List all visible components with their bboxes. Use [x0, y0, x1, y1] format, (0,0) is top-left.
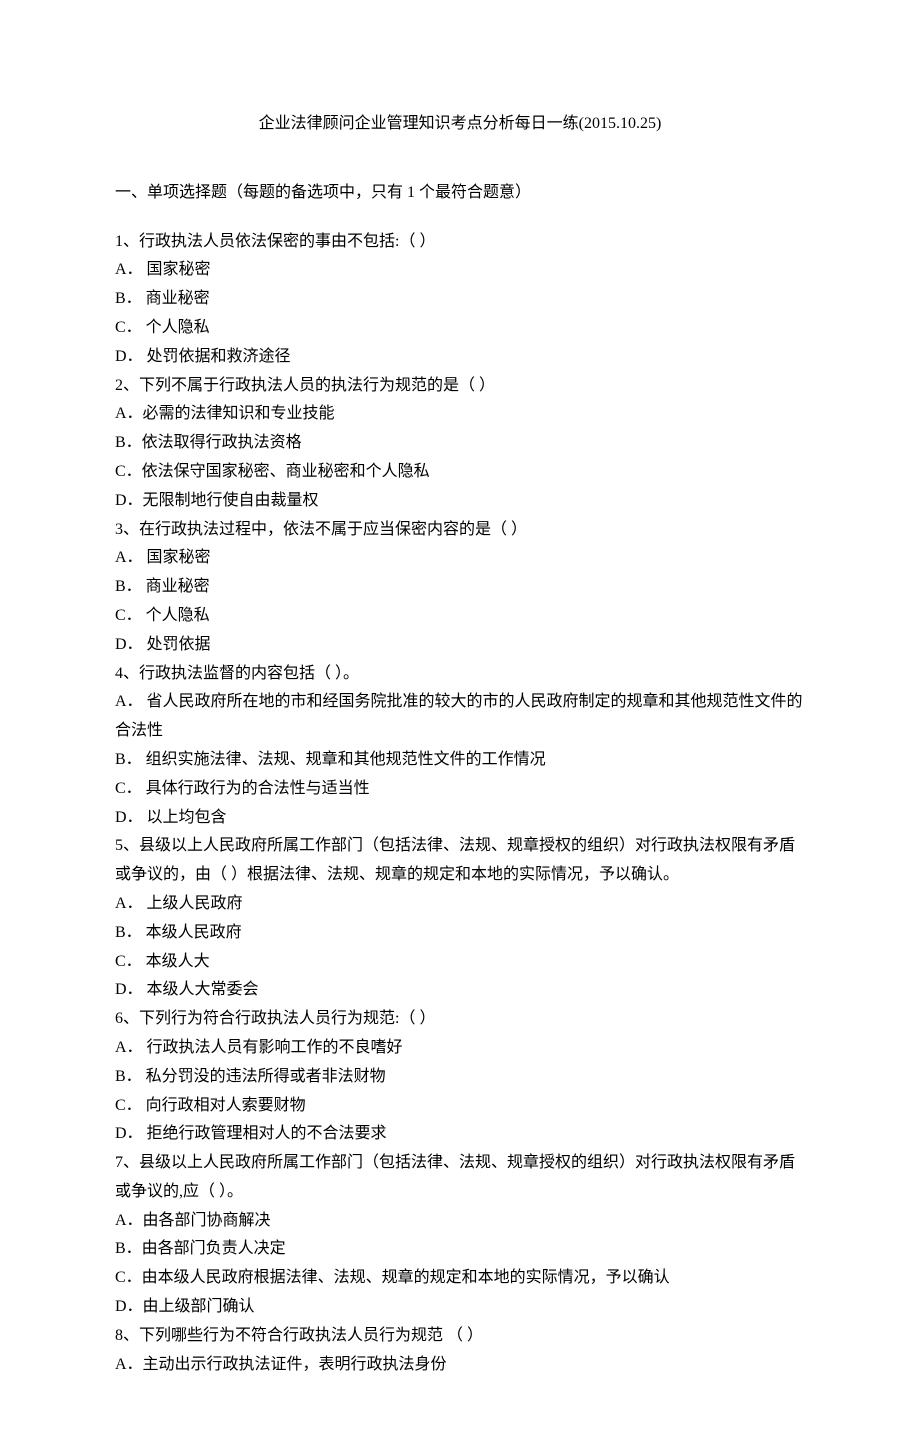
question-stem: 4、行政执法监督的内容包括（ ）。 — [115, 660, 805, 689]
question-option: C． 具体行政行为的合法性与适当性 — [115, 775, 805, 804]
question-option: A．主动出示行政执法证件，表明行政执法身份 — [115, 1351, 805, 1380]
question-stem: 3、在行政执法过程中，依法不属于应当保密内容的是（ ） — [115, 516, 805, 545]
question-option: A． 国家秘密 — [115, 256, 805, 285]
questions-container: 1、行政执法人员依法保密的事由不包括:（ ）A． 国家秘密B． 商业秘密C． 个… — [115, 228, 805, 1380]
question-option: D．由上级部门确认 — [115, 1293, 805, 1322]
question-stem: 8、下列哪些行为不符合行政执法人员行为规范 （ ） — [115, 1322, 805, 1351]
question-option: A． 上级人民政府 — [115, 890, 805, 919]
question-option: D． 处罚依据 — [115, 631, 805, 660]
question-option: A． 行政执法人员有影响工作的不良嗜好 — [115, 1034, 805, 1063]
question-block: 1、行政执法人员依法保密的事由不包括:（ ）A． 国家秘密B． 商业秘密C． 个… — [115, 228, 805, 372]
question-option: A．由各部门协商解决 — [115, 1207, 805, 1236]
question-block: 7、县级以上人民政府所属工作部门（包括法律、法规、规章授权的组织）对行政执法权限… — [115, 1149, 805, 1322]
question-block: 4、行政执法监督的内容包括（ ）。A． 省人民政府所在地的市和经国务院批准的较大… — [115, 660, 805, 833]
question-option: D． 拒绝行政管理相对人的不合法要求 — [115, 1120, 805, 1149]
question-option: D． 以上均包含 — [115, 804, 805, 833]
question-block: 2、下列不属于行政执法人员的执法行为规范的是（ ）A．必需的法律知识和专业技能B… — [115, 372, 805, 516]
question-option: A． 国家秘密 — [115, 544, 805, 573]
question-option: C． 向行政相对人索要财物 — [115, 1092, 805, 1121]
question-block: 6、下列行为符合行政执法人员行为规范:（ ）A． 行政执法人员有影响工作的不良嗜… — [115, 1005, 805, 1149]
question-block: 3、在行政执法过程中，依法不属于应当保密内容的是（ ）A． 国家秘密B． 商业秘… — [115, 516, 805, 660]
question-option: D．无限制地行使自由裁量权 — [115, 487, 805, 516]
question-block: 5、县级以上人民政府所属工作部门（包括法律、法规、规章授权的组织）对行政执法权限… — [115, 832, 805, 1005]
question-option: B．依法取得行政执法资格 — [115, 429, 805, 458]
question-stem: 2、下列不属于行政执法人员的执法行为规范的是（ ） — [115, 372, 805, 401]
question-stem: 6、下列行为符合行政执法人员行为规范:（ ） — [115, 1005, 805, 1034]
question-stem: 5、县级以上人民政府所属工作部门（包括法律、法规、规章授权的组织）对行政执法权限… — [115, 832, 805, 890]
section-header: 一、单项选择题（每题的备选项中，只有 1 个最符合题意） — [115, 179, 805, 208]
question-option: D． 处罚依据和救济途径 — [115, 343, 805, 372]
question-option: C．由本级人民政府根据法律、法规、规章的规定和本地的实际情况，予以确认 — [115, 1264, 805, 1293]
question-option: B．由各部门负责人决定 — [115, 1235, 805, 1264]
question-option: B． 商业秘密 — [115, 573, 805, 602]
question-option: C． 本级人大 — [115, 948, 805, 977]
question-option: B． 本级人民政府 — [115, 919, 805, 948]
question-option: C． 个人隐私 — [115, 314, 805, 343]
question-option: C． 个人隐私 — [115, 602, 805, 631]
question-option: B． 私分罚没的违法所得或者非法财物 — [115, 1063, 805, 1092]
question-option: D． 本级人大常委会 — [115, 976, 805, 1005]
question-block: 8、下列哪些行为不符合行政执法人员行为规范 （ ）A．主动出示行政执法证件，表明… — [115, 1322, 805, 1380]
question-option: A． 省人民政府所在地的市和经国务院批准的较大的市的人民政府制定的规章和其他规范… — [115, 688, 805, 746]
question-stem: 1、行政执法人员依法保密的事由不包括:（ ） — [115, 228, 805, 257]
question-option: B． 商业秘密 — [115, 285, 805, 314]
question-option: B． 组织实施法律、法规、规章和其他规范性文件的工作情况 — [115, 746, 805, 775]
question-option: A．必需的法律知识和专业技能 — [115, 400, 805, 429]
document-title: 企业法律顾问企业管理知识考点分析每日一练(2015.10.25) — [115, 110, 805, 139]
question-option: C．依法保守国家秘密、商业秘密和个人隐私 — [115, 458, 805, 487]
question-stem: 7、县级以上人民政府所属工作部门（包括法律、法规、规章授权的组织）对行政执法权限… — [115, 1149, 805, 1207]
